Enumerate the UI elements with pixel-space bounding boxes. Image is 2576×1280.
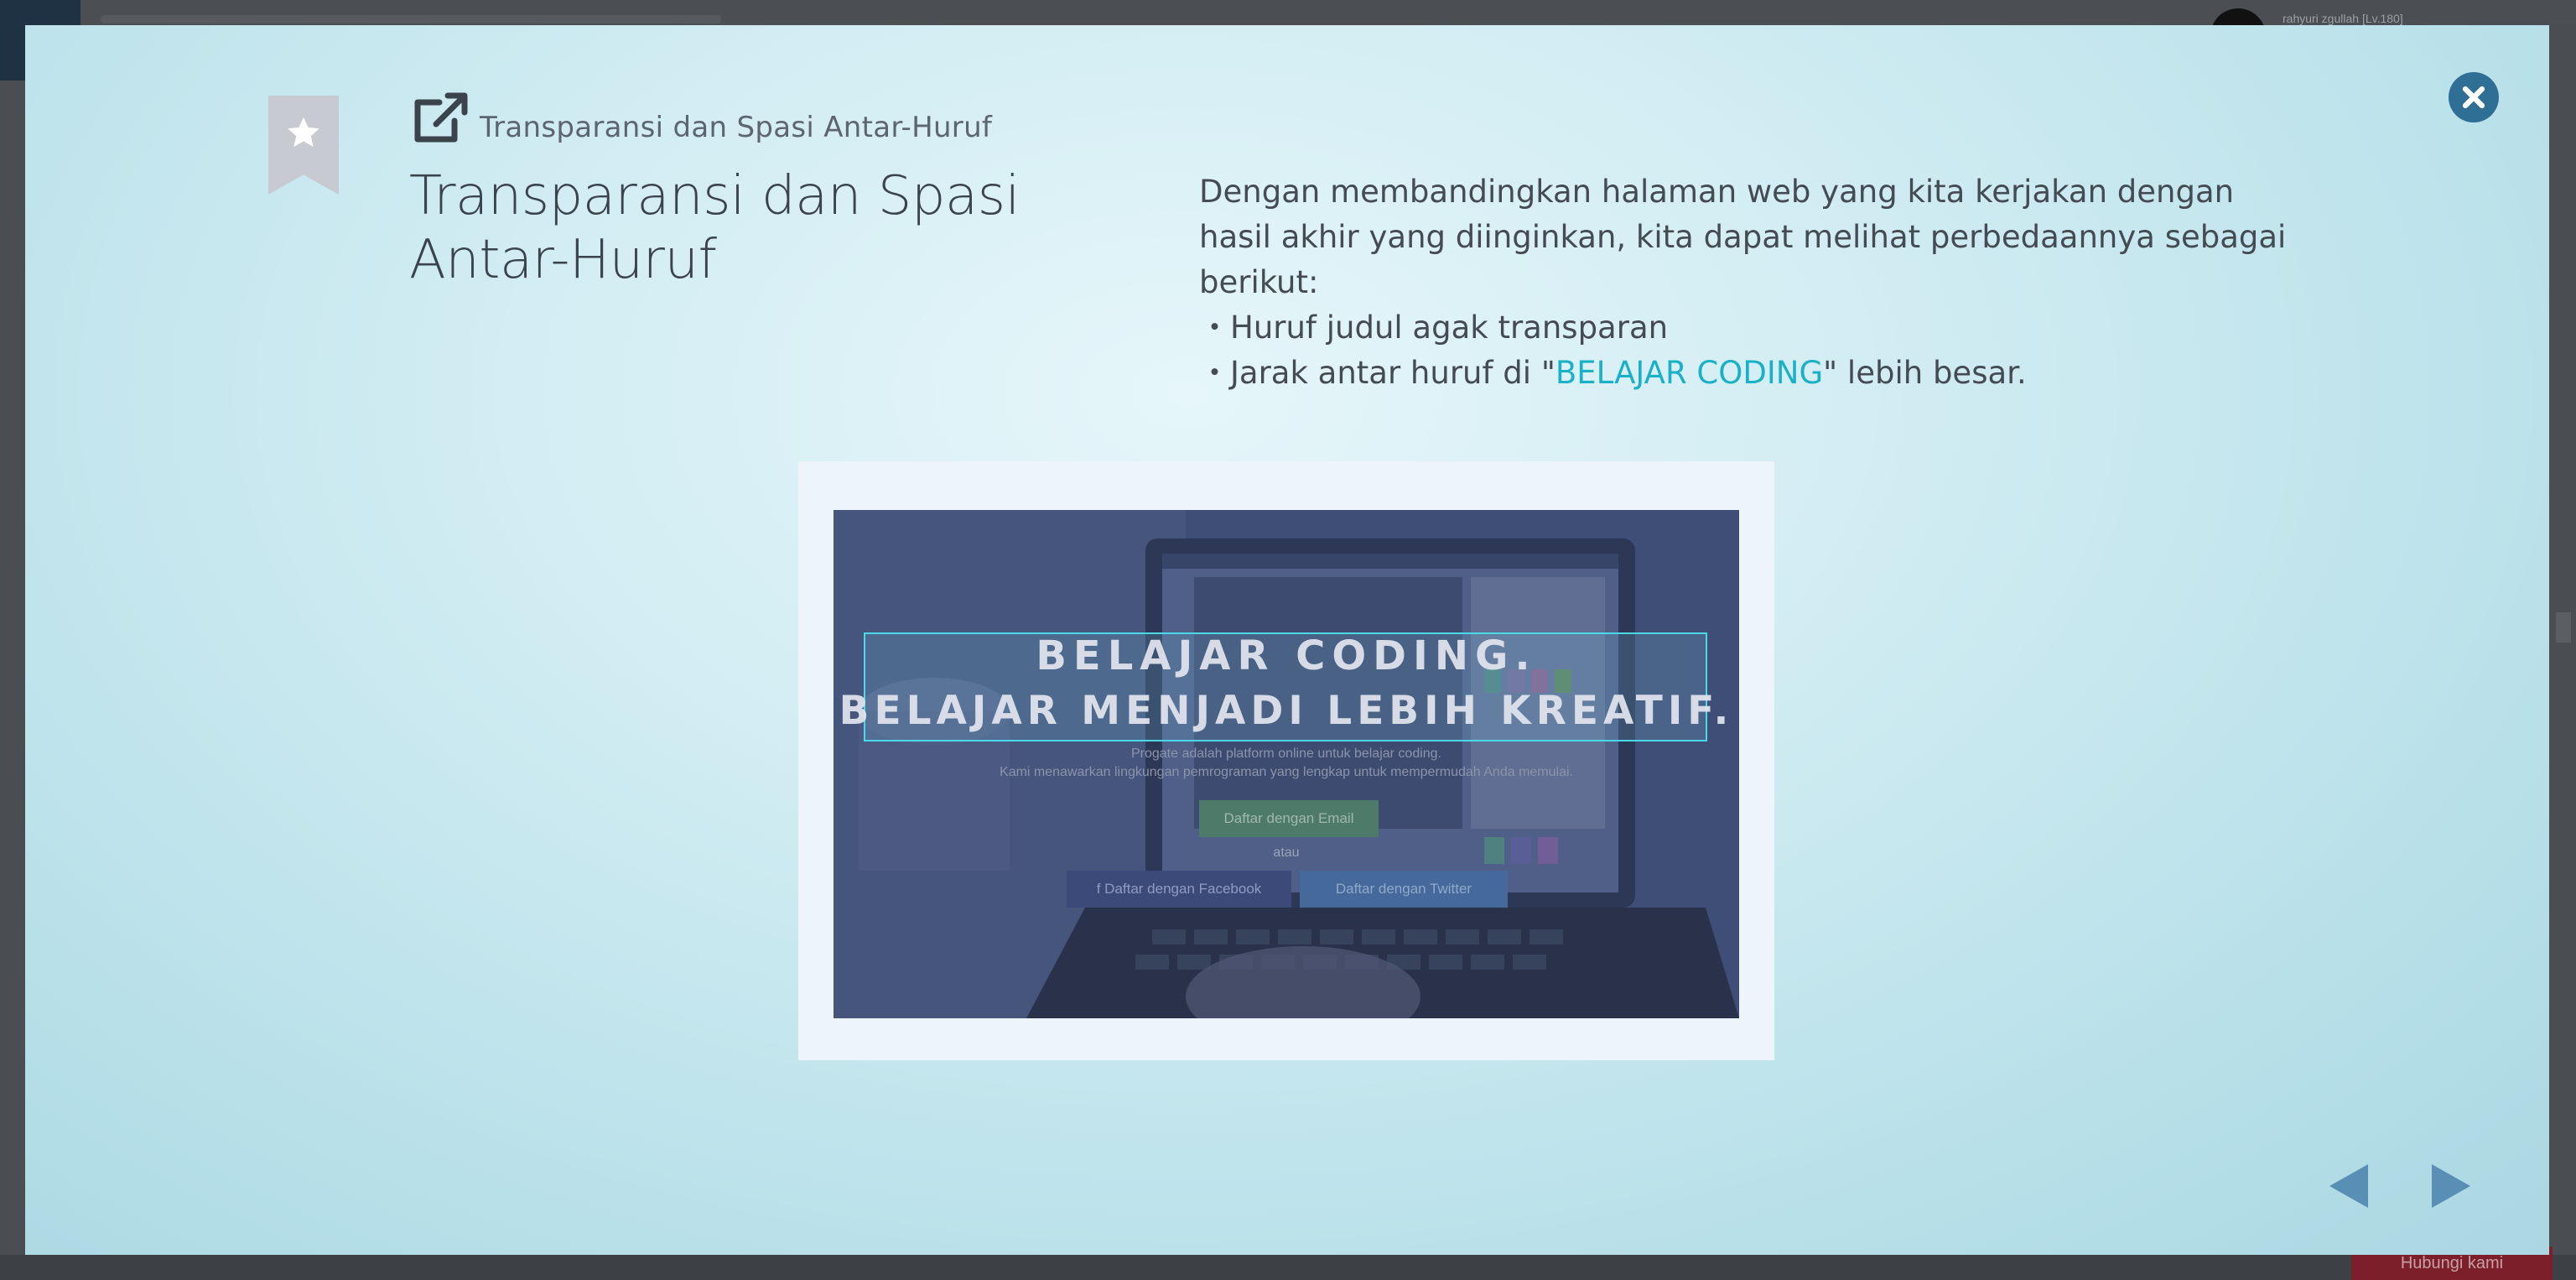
laptop-scene-illustration xyxy=(834,510,1739,1018)
background-search-bar xyxy=(101,15,721,23)
slide-description: Dengan membandingkan halaman web yang ki… xyxy=(1199,169,2306,396)
lesson-slide-modal: Transparansi dan Spasi Antar-Huruf Trans… xyxy=(25,25,2549,1255)
preview-screenshot: BELAJAR CODING. BELAJAR MENJADI LEBIH KR… xyxy=(834,510,1739,1018)
preview-email-button: Daftar dengan Email xyxy=(1199,800,1379,837)
bookmark-star-icon[interactable] xyxy=(268,96,339,195)
background-bottom-bar xyxy=(0,1255,2576,1280)
background-scrollbar xyxy=(2556,612,2571,643)
slide-title: Transparansi dan Spasi Antar-Huruf xyxy=(409,165,1020,291)
bullet2-prefix: ・Jarak antar huruf di " xyxy=(1199,355,1555,391)
star-icon xyxy=(288,117,319,148)
bullet2-highlight: BELAJAR CODING xyxy=(1555,355,1824,391)
preview-subtext-line2: Kami menawarkan lingkungan pemrograman y… xyxy=(1000,765,1573,779)
preview-subtext-line1: Progate adalah platform online untuk bel… xyxy=(1130,747,1442,761)
background-user-name: rahyuri zgullah [Lv.180] xyxy=(2283,12,2403,25)
bullet-letter-spacing: ・Jarak antar huruf di "BELAJAR CODING" l… xyxy=(1199,351,2306,396)
close-button[interactable] xyxy=(2449,72,2499,122)
arrow-left-icon[interactable] xyxy=(2328,1163,2370,1210)
external-link-icon[interactable] xyxy=(411,91,473,146)
preview-facebook-button: f Daftar dengan Facebook xyxy=(1067,871,1291,908)
preview-or-text: atau xyxy=(1273,846,1300,860)
arrow-right-icon[interactable] xyxy=(2430,1163,2472,1210)
preview-heading-line2: BELAJAR MENJADI LEBIH KREATIF. xyxy=(839,688,1734,734)
bullet2-suffix: " lebih besar. xyxy=(1823,355,2027,391)
preview-heading-line1: BELAJAR CODING. xyxy=(1036,632,1537,679)
preview-twitter-button: Daftar dengan Twitter xyxy=(1300,871,1508,908)
close-icon xyxy=(2462,86,2485,109)
preview-frame: BELAJAR CODING. BELAJAR MENJADI LEBIH KR… xyxy=(798,461,1774,1060)
description-intro: Dengan membandingkan halaman web yang ki… xyxy=(1199,174,2287,300)
breadcrumb: Transparansi dan Spasi Antar-Huruf xyxy=(480,111,993,144)
bullet-transparent: ・Huruf judul agak transparan xyxy=(1199,310,1669,346)
